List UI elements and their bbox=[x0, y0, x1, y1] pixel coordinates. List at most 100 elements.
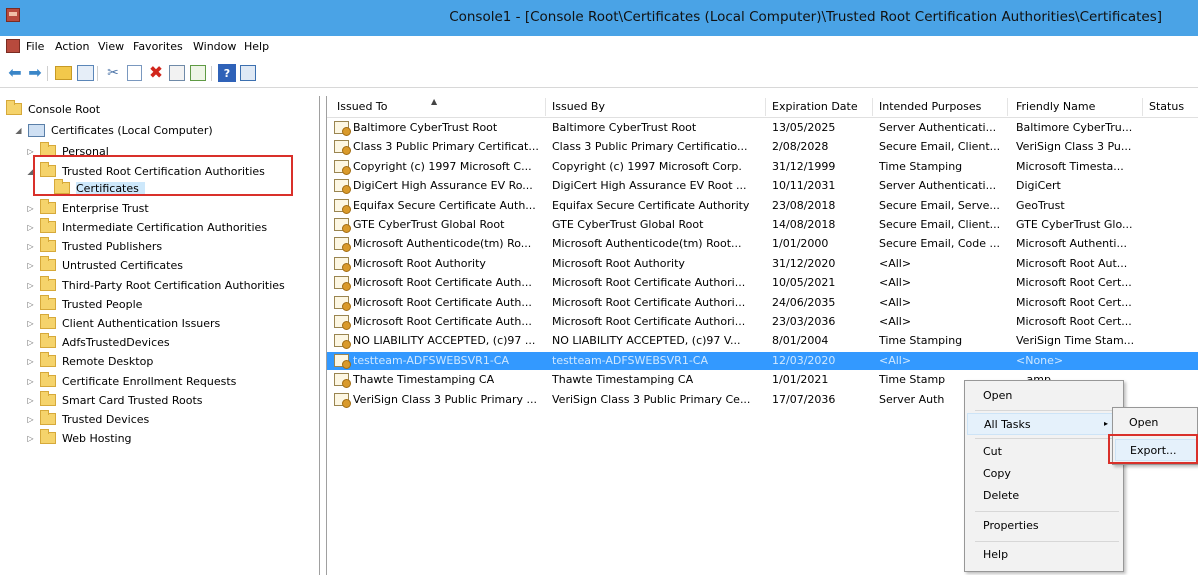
up-folder-icon[interactable] bbox=[54, 64, 72, 82]
back-arrow-icon[interactable]: ⬅ bbox=[6, 64, 24, 82]
tree-item-client-authentication-issuers[interactable]: ▷ Client Authentication Issuers bbox=[26, 314, 220, 332]
tree-item-label: Certificate Enrollment Requests bbox=[62, 374, 237, 388]
mmc-app-icon[interactable] bbox=[6, 8, 20, 22]
context-menu: Open All Tasks ▸ Cut Copy Delete Propert… bbox=[964, 380, 1124, 572]
toolbar: ⬅ ➡ ✂ ✖ ? bbox=[0, 58, 1198, 88]
expand-arrow-icon[interactable]: ▷ bbox=[26, 377, 35, 386]
tree-item-remote-desktop[interactable]: ▷ Remote Desktop bbox=[26, 352, 153, 370]
table-row[interactable]: Microsoft Root Certificate Auth... Micros… bbox=[327, 313, 1198, 331]
table-row[interactable]: Baltimore CyberTrust Root Baltimore Cyber… bbox=[327, 119, 1198, 137]
expand-arrow-icon[interactable]: ▷ bbox=[26, 204, 35, 213]
table-row[interactable]: DigiCert High Assurance EV Ro... DigiCert… bbox=[327, 177, 1198, 195]
context-menu-all-tasks[interactable]: All Tasks ▸ bbox=[967, 413, 1121, 435]
view-icon[interactable] bbox=[239, 64, 257, 82]
context-menu-open[interactable]: Open bbox=[967, 385, 1121, 407]
tree-item-enterprise-trust[interactable]: ▷ Enterprise Trust bbox=[26, 199, 149, 217]
column-divider[interactable] bbox=[1007, 98, 1008, 116]
cell-friendly-name: VeriSign Class 3 Pu... bbox=[1016, 140, 1132, 154]
context-menu-properties[interactable]: Properties bbox=[967, 515, 1121, 537]
cell-friendly-name: GeoTrust bbox=[1016, 198, 1065, 212]
forward-arrow-icon[interactable]: ➡ bbox=[26, 64, 44, 82]
collapse-arrow-icon[interactable]: ◢ bbox=[14, 126, 23, 135]
mmc-document-icon[interactable] bbox=[6, 39, 20, 53]
cell-issued-to: NO LIABILITY ACCEPTED, (c)97 ... bbox=[353, 334, 536, 348]
tree-item-certificate-enrollment-requests[interactable]: ▷ Certificate Enrollment Requests bbox=[26, 372, 236, 390]
column-divider[interactable] bbox=[1142, 98, 1143, 116]
table-row[interactable]: GTE CyberTrust Global Root GTE CyberTrust… bbox=[327, 216, 1198, 234]
certificate-icon bbox=[334, 295, 351, 311]
cut-icon[interactable]: ✂ bbox=[104, 64, 122, 82]
column-divider[interactable] bbox=[872, 98, 873, 116]
menu-action[interactable]: Action bbox=[55, 40, 89, 53]
context-menu-delete[interactable]: Delete bbox=[967, 485, 1121, 507]
column-header-expiration-date[interactable]: Expiration Date bbox=[772, 100, 858, 113]
cell-expiration-date: 31/12/1999 bbox=[772, 159, 836, 173]
expand-arrow-icon[interactable]: ▷ bbox=[26, 223, 35, 232]
tree-item-web-hosting[interactable]: ▷ Web Hosting bbox=[26, 429, 132, 447]
help-icon[interactable]: ? bbox=[218, 64, 236, 82]
certificate-icon bbox=[334, 159, 351, 175]
column-divider[interactable] bbox=[765, 98, 766, 116]
tree-item-trusted-publishers[interactable]: ▷ Trusted Publishers bbox=[26, 237, 162, 255]
table-row[interactable]: Class 3 Public Primary Certificat... Clas… bbox=[327, 138, 1198, 156]
table-row-selected[interactable]: testteam-ADFSWEBSVR1-CA testteam-ADFSWEBS… bbox=[327, 351, 1198, 370]
table-row[interactable]: Equifax Secure Certificate Auth... Equifa… bbox=[327, 197, 1198, 215]
table-row[interactable]: Copyright (c) 1997 Microsoft C... Copyrig… bbox=[327, 158, 1198, 176]
expand-arrow-icon[interactable]: ▷ bbox=[26, 434, 35, 443]
show-tree-icon[interactable] bbox=[76, 64, 94, 82]
expand-arrow-icon[interactable]: ▷ bbox=[26, 396, 35, 405]
export-list-icon[interactable] bbox=[189, 64, 207, 82]
table-row[interactable]: NO LIABILITY ACCEPTED, (c)97 ... NO LIABI… bbox=[327, 332, 1198, 350]
tree-item-trusted-people[interactable]: ▷ Trusted People bbox=[26, 295, 142, 313]
properties-icon[interactable] bbox=[168, 64, 186, 82]
column-divider[interactable] bbox=[545, 98, 546, 116]
context-menu-cut[interactable]: Cut bbox=[967, 441, 1121, 463]
expand-arrow-icon[interactable]: ▷ bbox=[26, 319, 35, 328]
menu-file[interactable]: File bbox=[26, 40, 44, 53]
expand-arrow-icon[interactable]: ▷ bbox=[26, 242, 35, 251]
menu-window[interactable]: Window bbox=[193, 40, 236, 53]
expand-arrow-icon[interactable]: ▷ bbox=[26, 281, 35, 290]
context-menu-copy[interactable]: Copy bbox=[967, 463, 1121, 485]
menu-view[interactable]: View bbox=[98, 40, 124, 53]
column-header-friendly-name[interactable]: Friendly Name bbox=[1016, 100, 1095, 113]
folder-icon bbox=[40, 314, 56, 329]
expand-arrow-icon[interactable]: ▷ bbox=[26, 357, 35, 366]
tree-item-untrusted-certificates[interactable]: ▷ Untrusted Certificates bbox=[26, 256, 183, 274]
tree-item-certificates-local-computer[interactable]: ◢ Certificates (Local Computer) bbox=[14, 121, 213, 139]
tree-item-third-party-root-ca[interactable]: ▷ Third-Party Root Certification Authori… bbox=[26, 276, 285, 294]
cell-issued-by: GTE CyberTrust Global Root bbox=[552, 218, 704, 231]
table-row[interactable]: Microsoft Root Authority Microsoft Root A… bbox=[327, 255, 1198, 273]
certificate-icon bbox=[334, 392, 351, 408]
cell-issued-by: Microsoft Authenticode(tm) Root... bbox=[552, 237, 742, 251]
tree-item-intermediate-ca[interactable]: ▷ Intermediate Certification Authorities bbox=[26, 218, 267, 236]
column-header-intended-purposes[interactable]: Intended Purposes bbox=[879, 100, 981, 113]
copy-icon[interactable] bbox=[125, 64, 143, 82]
expand-arrow-icon[interactable]: ▷ bbox=[26, 261, 35, 270]
column-header-issued-by[interactable]: Issued By bbox=[552, 100, 605, 113]
tree-item-console-root[interactable]: Console Root bbox=[6, 100, 100, 118]
tree-item-trusted-devices[interactable]: ▷ Trusted Devices bbox=[26, 410, 149, 428]
column-header-issued-to[interactable]: Issued To bbox=[337, 100, 388, 113]
expand-arrow-icon[interactable]: ▷ bbox=[26, 338, 35, 347]
cell-issued-to: Microsoft Authenticode(tm) Ro... bbox=[353, 237, 532, 251]
menu-help[interactable]: Help bbox=[244, 40, 269, 53]
expand-arrow-icon[interactable]: ▷ bbox=[26, 300, 35, 309]
tree-item-label: Trusted Publishers bbox=[62, 239, 163, 253]
column-header-status[interactable]: Status bbox=[1149, 100, 1184, 113]
table-row[interactable]: Microsoft Authenticode(tm) Ro... Microsof… bbox=[327, 235, 1198, 253]
menu-item-label: Cut bbox=[983, 445, 1002, 458]
tree-item-label: Intermediate Certification Authorities bbox=[62, 220, 268, 234]
context-menu-help[interactable]: Help bbox=[967, 544, 1121, 566]
cell-issued-to: testteam-ADFSWEBSVR1-CA bbox=[353, 353, 510, 367]
submenu-open[interactable]: Open bbox=[1115, 412, 1197, 434]
tree-item-smart-card-trusted-roots[interactable]: ▷ Smart Card Trusted Roots bbox=[26, 391, 203, 409]
console-tree-pane[interactable]: Console Root ◢ Certificates (Local Compu… bbox=[0, 96, 320, 575]
table-row[interactable]: Microsoft Root Certificate Auth... Micros… bbox=[327, 274, 1198, 292]
tree-item-adfs-trusted-devices[interactable]: ▷ AdfsTrustedDevices bbox=[26, 333, 170, 351]
expand-arrow-icon[interactable]: ▷ bbox=[26, 415, 35, 424]
menu-favorites[interactable]: Favorites bbox=[133, 40, 183, 53]
cell-issued-by: Microsoft Root Certificate Authori... bbox=[552, 315, 746, 328]
delete-icon[interactable]: ✖ bbox=[147, 64, 165, 82]
table-row[interactable]: Microsoft Root Certificate Auth... Micros… bbox=[327, 294, 1198, 312]
